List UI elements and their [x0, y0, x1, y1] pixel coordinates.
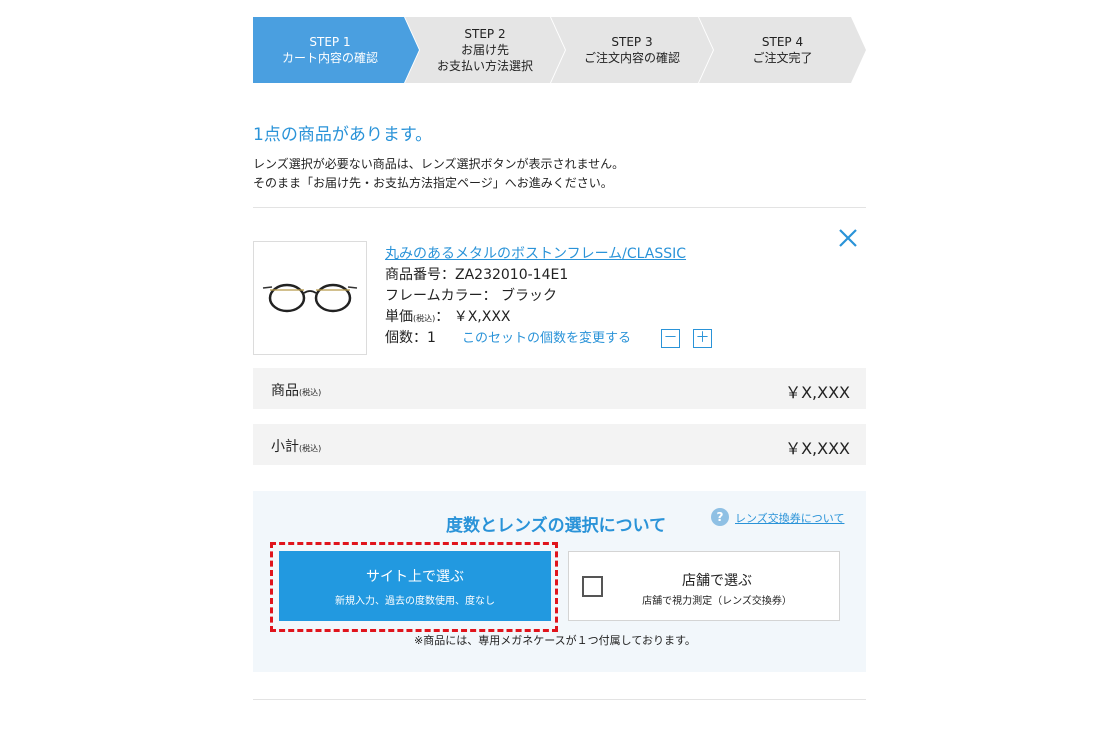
price-separator: ： — [435, 309, 450, 325]
lens-selection-title: 度数とレンズの選択について — [446, 516, 667, 536]
checkout-steps: STEP 1 カート内容の確認 STEP 2 お届け先 お支払い方法選択 STE… — [253, 17, 866, 83]
select-in-store-button[interactable]: 店舗で選ぶ 店舗で視力測定（レンズ交換券） — [568, 551, 840, 621]
lens-voucher-link[interactable]: レンズ交換券について — [735, 510, 844, 526]
case-included-note: ※商品には、専用メガネケースが１つ付属しております。 — [414, 634, 696, 647]
quantity-minus-button[interactable]: － — [661, 329, 680, 348]
goods-total-value: ￥X,XXX — [785, 383, 850, 402]
step-label: ご注文完了 — [752, 51, 813, 65]
unit-price-label: 単価 — [385, 309, 413, 325]
tax-note: (税込) — [413, 314, 436, 323]
goods-total-row: 商品(税込) ￥X,XXX — [253, 368, 866, 409]
product-number-line: 商品番号：ZA232010-14E1 — [385, 264, 568, 284]
change-quantity-link[interactable]: このセットの個数を変更する — [462, 327, 631, 346]
subtotal-label: 小計 — [271, 439, 299, 455]
glasses-icon — [262, 283, 358, 313]
goods-label: 商品 — [271, 383, 299, 399]
tax-note: (税込) — [299, 388, 322, 397]
frame-color-line: フレームカラー： ブラック — [385, 285, 557, 305]
step-number: STEP 3 — [611, 35, 653, 49]
product-number: ZA232010-14E1 — [455, 267, 569, 283]
step-2-delivery-payment: STEP 2 お届け先 お支払い方法選択 — [405, 17, 565, 83]
unit-price-line: 単価(税込)： ￥X,XXX — [385, 306, 511, 326]
frame-color: ブラック — [501, 288, 558, 304]
step-number: STEP 1 — [309, 35, 351, 49]
question-icon[interactable]: ? — [711, 508, 729, 526]
remove-item-button[interactable] — [836, 226, 860, 250]
select-on-site-label: サイト上で選ぶ — [366, 568, 464, 585]
step-label: ご注文内容の確認 — [583, 51, 680, 65]
select-in-store-label: 店舗で選ぶ — [682, 573, 752, 589]
product-number-label: 商品番号： — [385, 267, 455, 283]
close-icon — [839, 229, 857, 247]
notice-line: そのまま「お届け先・お支払方法指定ページ」へお進みください。 — [253, 176, 613, 190]
subtotal-value: ￥X,XXX — [785, 439, 850, 458]
quantity-line: 個数：1 — [385, 327, 436, 347]
step-label: お支払い方法選択 — [436, 59, 533, 73]
step-number: STEP 2 — [464, 27, 506, 41]
select-on-site-sublabel: 新規入力、過去の度数使用、度なし — [335, 595, 495, 607]
notice-line: レンズ選択が必要ない商品は、レンズ選択ボタンが表示されません。 — [253, 157, 625, 171]
unit-price: ￥X,XXX — [453, 309, 511, 325]
lens-notice: レンズ選択が必要ない商品は、レンズ選択ボタンが表示されません。 そのまま「お届け… — [253, 155, 624, 193]
divider — [253, 699, 866, 700]
step-4-order-complete: STEP 4 ご注文完了 — [699, 17, 866, 83]
product-thumbnail[interactable] — [253, 241, 367, 355]
step-label: カート内容の確認 — [281, 51, 378, 65]
cart-count-heading: 1点の商品があります。 — [253, 125, 433, 145]
goods-total-label: 商品(税込) — [271, 380, 321, 400]
subtotal-row: 小計(税込) ￥X,XXX — [253, 424, 866, 465]
divider — [253, 207, 866, 208]
quantity-plus-button[interactable]: ＋ — [693, 329, 712, 348]
quantity-label: 個数： — [385, 330, 427, 346]
select-in-store-sublabel: 店舗で視力測定（レンズ交換券） — [642, 596, 792, 607]
step-label: お届け先 — [460, 43, 509, 57]
quantity-value: 1 — [427, 330, 436, 346]
select-on-site-button[interactable]: サイト上で選ぶ 新規入力、過去の度数使用、度なし — [279, 551, 551, 621]
tax-note: (税込) — [299, 444, 322, 453]
step-number: STEP 4 — [761, 35, 804, 49]
subtotal-label-group: 小計(税込) — [271, 436, 321, 456]
step-3-order-confirm: STEP 3 ご注文内容の確認 — [551, 17, 713, 83]
step-1-cart-confirm: STEP 1 カート内容の確認 — [253, 17, 419, 83]
product-name-link[interactable]: 丸みのあるメタルのボストンフレーム/CLASSIC — [385, 243, 686, 263]
frame-color-label: フレームカラー： — [385, 288, 497, 304]
